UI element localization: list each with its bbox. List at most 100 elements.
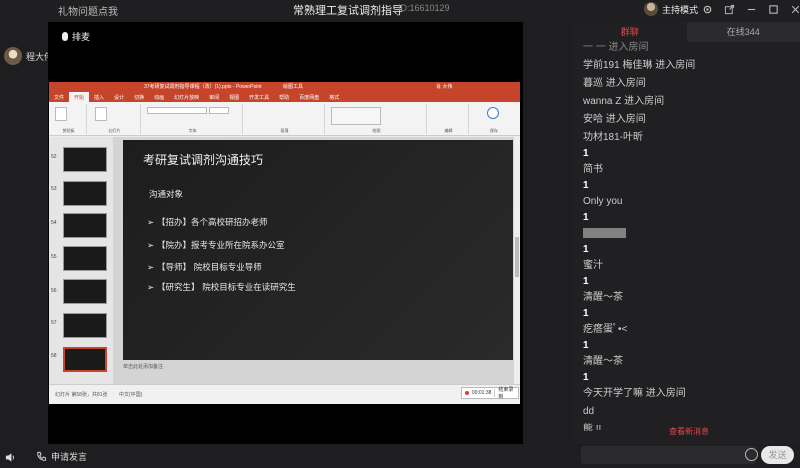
ribbon-group-label: 编辑 — [444, 128, 453, 133]
ppt-tab[interactable]: 视图 — [224, 92, 244, 102]
chat-message: 一 一 进入房间 — [583, 42, 649, 53]
ppt-ribbon: 剪贴板 幻灯片 字体 段落 绘图 编辑 保存 — [49, 102, 520, 136]
ppt-tab[interactable]: 格式 — [324, 92, 344, 102]
title-bar: 礼物问题点我 常熟理工复试调剂指导 ID:16610129 主持模式 — [0, 0, 800, 20]
thumb-number: 55 — [51, 254, 57, 260]
teacher-column: 程大伟 — [0, 20, 53, 445]
chat-content: 1 — [583, 276, 589, 287]
new-slide-icon[interactable] — [95, 107, 107, 121]
slide-thumbnail[interactable] — [63, 313, 107, 338]
speaker-icon[interactable] — [5, 450, 15, 462]
ppt-tab[interactable]: 帮助 — [274, 92, 294, 102]
chat-panel: 群聊 在线344 一 一 进入房间 学前191 梅佳琳 进入房间 暮巡 进入房间… — [573, 22, 800, 444]
view-new-messages-link[interactable]: 查看新消息 — [669, 426, 709, 437]
paste-icon[interactable] — [55, 107, 67, 121]
stop-recording-button[interactable]: 结束录制 — [498, 386, 518, 400]
slide-thumbnail[interactable] — [63, 181, 107, 206]
ppt-tab[interactable]: 动画 — [149, 92, 169, 102]
ppt-tab[interactable]: 插入 — [89, 92, 109, 102]
font-name-select[interactable] — [147, 107, 207, 114]
slide-thumbnail-selected[interactable] — [63, 347, 107, 372]
apply-speak-button[interactable]: 申请发言 — [36, 450, 87, 463]
ribbon-group-label: 字体 — [188, 128, 197, 133]
chat-message: 安哈 进入房间 — [583, 114, 646, 125]
microphone-icon — [62, 32, 68, 41]
chat-sender: dd — [583, 406, 595, 417]
host-mode[interactable]: 主持模式 — [644, 2, 698, 16]
cloud-save-icon[interactable] — [487, 107, 499, 119]
ppt-window-title: 37考研复试调剂指导课程（改）(1).pptx - PowerPoint — [144, 84, 262, 90]
gift-help-link[interactable]: 礼物问题点我 — [58, 3, 118, 18]
slide-editor: 考研复试调剂沟通技巧 沟通对象 ➢ 【招办】各个高校研招办老师 ➢ 【院办】报考专业… — [113, 137, 520, 384]
chat-sender: 清醒～茶 — [583, 292, 623, 303]
ribbon-group: 保存 — [471, 104, 517, 134]
ppt-titlebar: 37考研复试调剂指导课程（改）(1).pptx - PowerPoint 绘图工… — [49, 82, 520, 92]
ribbon-group-label: 绘图 — [372, 128, 381, 133]
emoji-icon[interactable] — [745, 448, 758, 461]
ppt-tab[interactable]: 切换 — [129, 92, 149, 102]
chat-input-row: 发送 — [573, 444, 800, 468]
thumb-number: 56 — [51, 288, 57, 294]
slide-thumbnail[interactable] — [63, 246, 107, 271]
bottom-bar: 申请发言 — [0, 444, 573, 468]
chat-message: 学前191 梅佳琳 进入房间 — [583, 60, 696, 71]
ppt-status-bar: 幻灯片 第58张，共81张 中文(中国) 00:01:38 结束录制 — [49, 384, 520, 404]
ribbon-group-label: 保存 — [490, 128, 498, 133]
ppt-tab-active[interactable]: 开始 — [69, 92, 90, 102]
status-language: 中文(中国) — [119, 392, 143, 398]
ppt-context-tab: 绘图工具 — [283, 84, 304, 90]
chat-content: 1 — [583, 340, 589, 351]
message-list[interactable]: 一 一 进入房间 学前191 梅佳琳 进入房间 暮巡 进入房间 wanna Z … — [583, 39, 793, 431]
chat-sender: 疙瘩蛋ﾟ•˂ — [583, 324, 628, 335]
room-title: 常熟理工复试调剂指导 — [293, 5, 403, 17]
ppt-tab[interactable]: 审阅 — [204, 92, 224, 102]
ribbon-group-label: 幻灯片 — [108, 128, 121, 133]
ribbon-group: 剪贴板 — [51, 104, 87, 134]
slide-scrollbar[interactable] — [514, 137, 520, 384]
chat-content: 1 — [583, 308, 589, 319]
thumb-number: 58 — [51, 353, 57, 359]
close-icon[interactable] — [788, 2, 800, 16]
ppt-tab[interactable]: 文件 — [49, 92, 69, 102]
recording-indicator: 00:01:38 结束录制 — [461, 386, 519, 400]
shapes-gallery[interactable] — [331, 107, 381, 125]
gear-icon[interactable] — [700, 2, 714, 16]
record-time: 00:01:38 — [471, 390, 492, 396]
ppt-tab[interactable]: 百度网盘 — [294, 92, 324, 102]
slide-bullet: ➢ 【招办】各个高校研招办老师 — [147, 218, 268, 228]
record-dot-icon — [465, 391, 469, 395]
video-stage: 排麦 37考研复试调剂指导课程（改）(1).pptx - PowerPoint … — [48, 22, 523, 444]
ppt-user: 肖 大伟 — [436, 84, 453, 90]
ppt-ribbon-tabs: 文件 开始 插入 设计 切换 动画 幻灯片放映 审阅 视图 开发工具 帮助 百度… — [49, 92, 520, 102]
chat-sender: 功材181-叶昕 — [583, 132, 644, 143]
minimize-icon[interactable] — [744, 2, 758, 16]
chat-sender: 简书 — [583, 164, 603, 175]
font-size-select[interactable] — [209, 107, 229, 114]
slide-thumbnail[interactable] — [63, 147, 107, 172]
share-icon[interactable] — [722, 2, 736, 16]
chat-sender-obscured — [583, 225, 793, 243]
slide-thumbnails: 52 53 54 55 56 57 58 — [49, 137, 113, 384]
send-button[interactable]: 发送 — [761, 446, 794, 464]
host-mode-label: 主持模式 — [662, 4, 699, 15]
slide-thumbnail[interactable] — [63, 279, 107, 304]
current-slide[interactable]: 考研复试调剂沟通技巧 沟通对象 ➢ 【招办】各个高校研招办老师 ➢ 【院办】报考专业… — [123, 140, 513, 360]
chat-input[interactable] — [581, 446, 756, 464]
slide-thumbnail[interactable] — [63, 213, 107, 238]
notes-placeholder[interactable]: 单击此处添加备注 — [123, 363, 163, 370]
mic-queue-button[interactable]: 排麦 — [62, 30, 90, 43]
thumb-number: 54 — [51, 220, 57, 226]
ribbon-group-label: 剪贴板 — [62, 128, 75, 133]
ppt-tab[interactable]: 设计 — [109, 92, 129, 102]
ppt-tab[interactable]: 开发工具 — [244, 92, 274, 102]
obscured-name — [583, 228, 626, 239]
powerpoint-window: 37考研复试调剂指导课程（改）(1).pptx - PowerPoint 绘图工… — [49, 82, 520, 404]
ribbon-group: 段落 — [245, 104, 325, 134]
ribbon-group-label: 段落 — [280, 128, 289, 133]
chat-message: 今天开学了嘛 进入房间 — [583, 388, 686, 399]
restore-icon[interactable] — [766, 2, 780, 16]
ppt-tab[interactable]: 幻灯片放映 — [169, 92, 204, 102]
chat-sender: 蜜汁 — [583, 260, 603, 271]
slide-bullet: ➢ 【研究生】 院校目标专业在读研究生 — [147, 283, 296, 293]
teacher-card[interactable]: 程大伟 — [4, 47, 53, 65]
